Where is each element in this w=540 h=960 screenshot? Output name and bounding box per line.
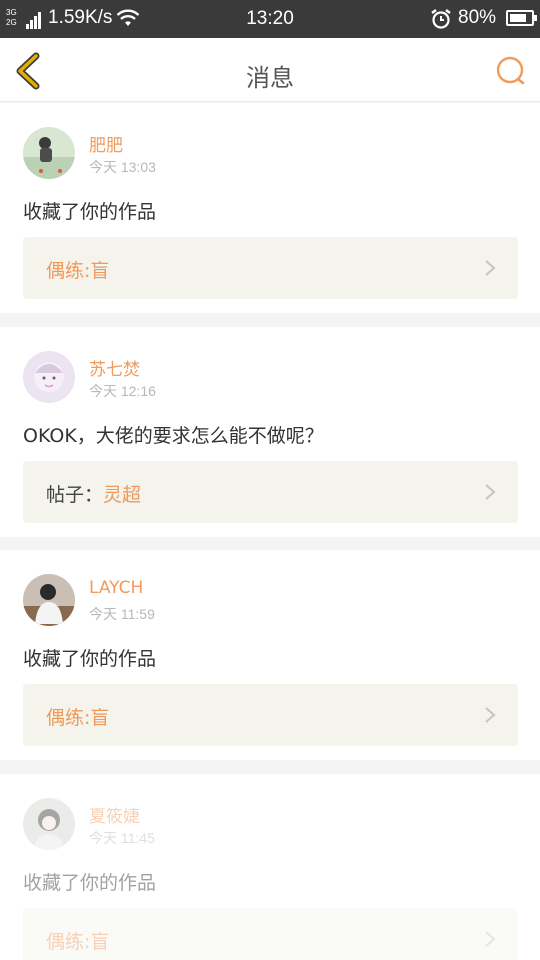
referenced-item-label: 帖子：灵超 xyxy=(46,480,141,507)
message-content: 收藏了你的作品 xyxy=(23,872,157,894)
user-avatar[interactable] xyxy=(23,574,75,626)
message-content: 收藏了你的作品 xyxy=(23,201,157,223)
alarm-icon xyxy=(431,9,451,29)
message-content: 收藏了你的作品 xyxy=(23,648,157,670)
referenced-item[interactable]: 偶练:盲 xyxy=(23,908,518,960)
message-card[interactable]: 夏筱婕 今天 11:45 收藏了你的作品 偶练:盲 xyxy=(0,774,540,960)
referenced-item-value: 偶练:盲 xyxy=(46,260,110,282)
referenced-item-prefix: 帖子： xyxy=(46,484,104,506)
user-name[interactable]: 夏筱婕 xyxy=(89,802,140,827)
message-time: 今天 12:16 xyxy=(89,383,156,399)
chevron-right-icon xyxy=(485,260,496,276)
referenced-item-value: 灵超 xyxy=(103,484,142,506)
navigation-bar: 消息 xyxy=(0,38,540,102)
referenced-item[interactable]: 偶练:盲 xyxy=(23,237,518,299)
message-content: OKOK，大佬的要求怎么能不做呢？ xyxy=(23,425,324,447)
user-name[interactable]: 肥肥 xyxy=(89,131,123,156)
user-avatar[interactable] xyxy=(23,351,75,403)
page-title: 消息 xyxy=(246,64,294,92)
referenced-item-value: 偶练:盲 xyxy=(46,931,110,953)
user-avatar[interactable] xyxy=(23,798,75,850)
battery-icon xyxy=(506,10,537,26)
status-bar: 3G 2G 1.59K/s 13:20 80% xyxy=(0,0,540,38)
message-card[interactable]: 苏七焚 今天 12:16 OKOK，大佬的要求怎么能不做呢？ 帖子：灵超 xyxy=(0,327,540,537)
referenced-item-label: 偶练:盲 xyxy=(46,703,109,730)
chevron-right-icon xyxy=(485,484,496,500)
message-card[interactable]: 肥肥 今天 13:03 收藏了你的作品 偶练:盲 xyxy=(0,103,540,313)
message-time: 今天 11:45 xyxy=(89,830,155,846)
message-card-faded-content: 夏筱婕 今天 11:45 收藏了你的作品 偶练:盲 xyxy=(0,774,540,960)
message-time: 今天 13:03 xyxy=(89,159,156,175)
battery-percent: 80% xyxy=(458,7,497,28)
user-name[interactable]: LAYCH xyxy=(89,578,143,598)
referenced-item-label: 偶练:盲 xyxy=(46,256,109,283)
search-icon[interactable] xyxy=(494,54,528,88)
chevron-right-icon xyxy=(485,931,496,947)
referenced-item-value: 偶练:盲 xyxy=(46,707,110,729)
message-time: 今天 11:59 xyxy=(89,606,155,622)
message-card[interactable]: LAYCH 今天 11:59 收藏了你的作品 偶练:盲 xyxy=(0,550,540,760)
referenced-item[interactable]: 帖子：灵超 xyxy=(23,461,518,523)
referenced-item[interactable]: 偶练:盲 xyxy=(23,684,518,746)
user-avatar[interactable] xyxy=(23,127,75,179)
user-name[interactable]: 苏七焚 xyxy=(89,355,140,380)
referenced-item-label: 偶练:盲 xyxy=(46,927,109,954)
chevron-right-icon xyxy=(485,707,496,723)
